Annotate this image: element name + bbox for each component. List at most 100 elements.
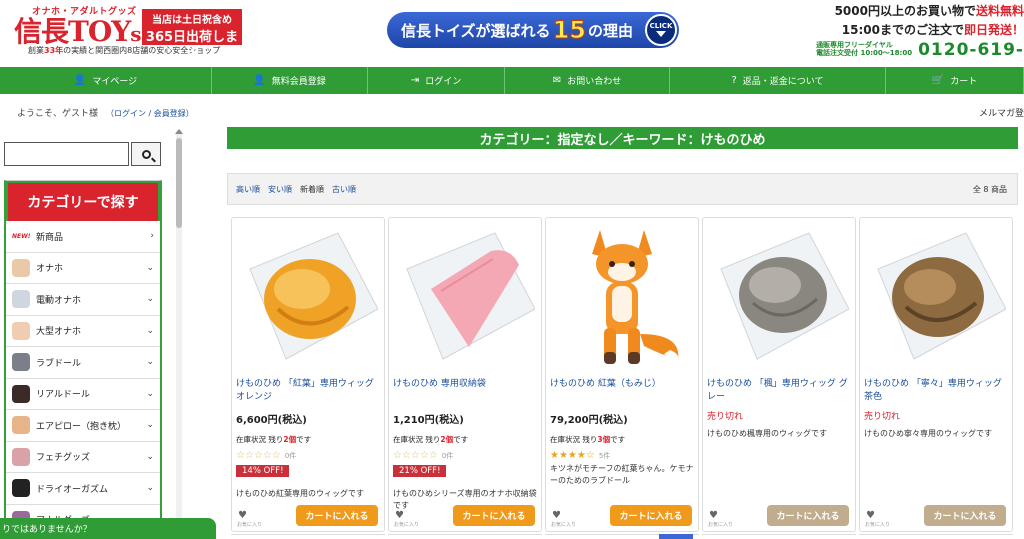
phone-number[interactable]: 0120-619- bbox=[918, 40, 1024, 60]
next-row-card-edge bbox=[388, 534, 542, 539]
nav-label: 無料会員登録 bbox=[271, 77, 326, 87]
product-card[interactable]: けものひめ 「寧々」専用ウィッグ 茶色 売り切れ けものひめ寧々専用のウィッグです ♥… bbox=[859, 217, 1013, 532]
logo-text: 信長TOY bbox=[14, 15, 131, 48]
category-item[interactable]: フェチグッズ ⌄ bbox=[6, 442, 160, 473]
category-label: エアピロー（抱き枕） bbox=[36, 421, 127, 432]
search-input[interactable] bbox=[4, 142, 129, 166]
chevron-down-icon: ⌄ bbox=[146, 294, 154, 304]
product-name[interactable]: けものひめ 紅葉（もみじ） bbox=[550, 378, 696, 391]
heart-icon[interactable]: ♥ bbox=[709, 510, 718, 521]
discount-badge: 14% OFF! bbox=[236, 465, 290, 477]
category-thumbnail bbox=[12, 479, 30, 498]
category-label: フェチグッズ bbox=[36, 453, 91, 464]
mail-icon: ✉ bbox=[552, 75, 562, 86]
product-price: 79,200円(税込) bbox=[550, 415, 628, 426]
category-thumbnail bbox=[12, 290, 30, 309]
total-count: 全 8 商品 bbox=[972, 184, 1007, 194]
next-row-card-edge bbox=[859, 534, 1013, 539]
category-menu: カテゴリーで探す NEW! 新商品 › オナホ ⌄ 電動オナホ ⌄ 大型オナホ ⌄ ラブドール ⌄ リ… bbox=[4, 180, 162, 539]
category-label: ドライオーガズム bbox=[36, 484, 109, 495]
reasons-banner[interactable]: 信長トイズが選ばれる 15 の理由 CLICK bbox=[387, 12, 679, 48]
category-item[interactable]: リアルドール ⌄ bbox=[6, 379, 160, 410]
nav-item-5[interactable]: 🛒 カート bbox=[886, 67, 1024, 94]
category-item[interactable]: 電動オナホ ⌄ bbox=[6, 284, 160, 316]
category-item[interactable]: ラブドール ⌄ bbox=[6, 347, 160, 379]
product-image[interactable] bbox=[864, 224, 1008, 374]
product-card[interactable]: けものひめ 専用収納袋 1,210円(税込) 在庫状況 残り2個です ☆☆☆☆☆ 0件 2… bbox=[388, 217, 542, 532]
nav-label: カート bbox=[950, 77, 978, 87]
rating-stars: ☆☆☆☆☆ 0件 bbox=[236, 450, 297, 461]
category-label: 新商品 bbox=[36, 232, 64, 243]
header-promo: 5000円以上のお買い物で送料無料 15:00までのご注文で即日発送！ 通販専用… bbox=[816, 4, 1024, 60]
review-count: 0件 bbox=[284, 452, 297, 460]
product-image[interactable] bbox=[236, 224, 380, 374]
main-nav: 👤 マイページ 👤 無料会員登録 ⇥ ログイン ✉ お問い合わせ? 返品・返金について 🛒 カート bbox=[0, 67, 1024, 94]
add-to-cart-button[interactable]: カートに入れる bbox=[610, 505, 692, 526]
nav-item-0[interactable]: 👤 マイページ bbox=[0, 67, 212, 94]
product-card[interactable]: けものひめ 紅葉（もみじ） 79,200円(税込) 在庫状況 残り3個です ★★★★☆… bbox=[545, 217, 699, 532]
category-label: リアルドール bbox=[36, 390, 90, 401]
favorite-label: お気に入り bbox=[708, 522, 734, 528]
product-image[interactable] bbox=[550, 224, 694, 374]
category-item[interactable]: オナホ ⌄ bbox=[6, 253, 160, 284]
nav-item-1[interactable]: 👤 無料会員登録 bbox=[212, 67, 368, 94]
new-badge: NEW! bbox=[12, 232, 31, 240]
login-register-link[interactable]: （ログイン / 会員登録） bbox=[106, 109, 194, 118]
nav-item-2[interactable]: ⇥ ログイン bbox=[368, 67, 505, 94]
product-name[interactable]: けものひめ 「寧々」専用ウィッグ 茶色 bbox=[864, 378, 1010, 404]
category-item[interactable]: NEW! 新商品 › bbox=[6, 221, 160, 253]
heart-icon[interactable]: ♥ bbox=[552, 510, 561, 521]
cart-icon: 🛒 bbox=[931, 75, 945, 86]
chevron-down-icon: ⌄ bbox=[146, 451, 154, 462]
add-to-cart-button[interactable]: カートに入れる bbox=[296, 505, 378, 526]
category-item[interactable]: 大型オナホ ⌄ bbox=[6, 316, 160, 347]
chevron-down-icon: ⌄ bbox=[146, 420, 154, 430]
nav-item-3[interactable]: ✉ お問い合わせ bbox=[505, 67, 670, 94]
product-description: けものひめ楓専用のウィッグです bbox=[707, 429, 827, 438]
search-button[interactable] bbox=[131, 142, 161, 166]
heart-icon[interactable]: ♥ bbox=[238, 510, 247, 521]
chevron-down-icon: ⌄ bbox=[146, 262, 154, 273]
sort-option[interactable]: 古い順 bbox=[332, 184, 356, 195]
heart-icon[interactable]: ♥ bbox=[866, 510, 875, 521]
welcome-text: ようこそ、ゲスト様 （ログイン / 会員登録） bbox=[17, 109, 194, 119]
product-description: けものひめ紅葉専用のウィッグです bbox=[236, 489, 364, 498]
next-row-card-edge bbox=[231, 534, 385, 539]
product-card[interactable]: けものひめ 「紅葉」専用ウィッグ オレンジ 6,600円(税込) 在庫状況 残り2個… bbox=[231, 217, 385, 532]
product-image[interactable] bbox=[707, 224, 851, 374]
chevron-down-icon: ⌄ bbox=[146, 325, 154, 336]
favorite-label: お気に入り bbox=[551, 522, 577, 528]
scroll-up-arrow[interactable] bbox=[175, 129, 183, 134]
sidebar-scroll-thumb[interactable] bbox=[176, 138, 182, 228]
product-name[interactable]: けものひめ 「紅葉」専用ウィッグ オレンジ bbox=[236, 378, 382, 404]
add-to-cart-button[interactable]: カートに入れる bbox=[767, 505, 849, 526]
category-item[interactable]: エアピロー（抱き枕） ⌄ bbox=[6, 410, 160, 442]
add-to-cart-button[interactable]: カートに入れる bbox=[924, 505, 1006, 526]
discount-badge: 21% OFF! bbox=[393, 465, 447, 477]
user-icon: 👤 bbox=[73, 75, 87, 86]
stock-status: 在庫状況 残り2個です bbox=[393, 435, 469, 444]
product-name[interactable]: けものひめ 専用収納袋 bbox=[393, 378, 539, 391]
chat-tab[interactable]: りではありませんか？ bbox=[0, 518, 216, 539]
site-logo[interactable]: 信長TOYs bbox=[14, 10, 142, 50]
sort-option[interactable]: 新着順 bbox=[300, 184, 324, 195]
product-card[interactable]: けものひめ 「楓」専用ウィッグ グレー 売り切れ けものひめ楓専用のウィッグです ♥ お… bbox=[702, 217, 856, 532]
sort-option[interactable]: 安い順 bbox=[268, 184, 292, 195]
mailmag-link[interactable]: メルマガ登 bbox=[979, 106, 1024, 119]
category-thumbnail bbox=[12, 416, 30, 435]
favorite-label: お気に入り bbox=[865, 522, 891, 528]
category-thumbnail bbox=[12, 258, 30, 277]
product-name[interactable]: けものひめ 「楓」専用ウィッグ グレー bbox=[707, 378, 853, 404]
category-thumbnail bbox=[12, 353, 30, 372]
nav-label: マイページ bbox=[92, 77, 138, 87]
add-to-cart-button[interactable]: カートに入れる bbox=[453, 505, 535, 526]
nav-item-4[interactable]: ? 返品・返金について bbox=[670, 67, 886, 94]
category-item[interactable]: ドライオーガズム ⌄ bbox=[6, 473, 160, 505]
product-image[interactable] bbox=[393, 224, 537, 374]
rating-stars: ☆☆☆☆☆ 0件 bbox=[393, 450, 454, 461]
sort-option[interactable]: 高い順 bbox=[236, 184, 260, 195]
product-description: けものひめ寧々専用のウィッグです bbox=[864, 429, 992, 438]
favorite-label: お気に入り bbox=[394, 522, 420, 528]
click-button[interactable]: CLICK bbox=[645, 14, 677, 46]
heart-icon[interactable]: ♥ bbox=[395, 510, 404, 521]
